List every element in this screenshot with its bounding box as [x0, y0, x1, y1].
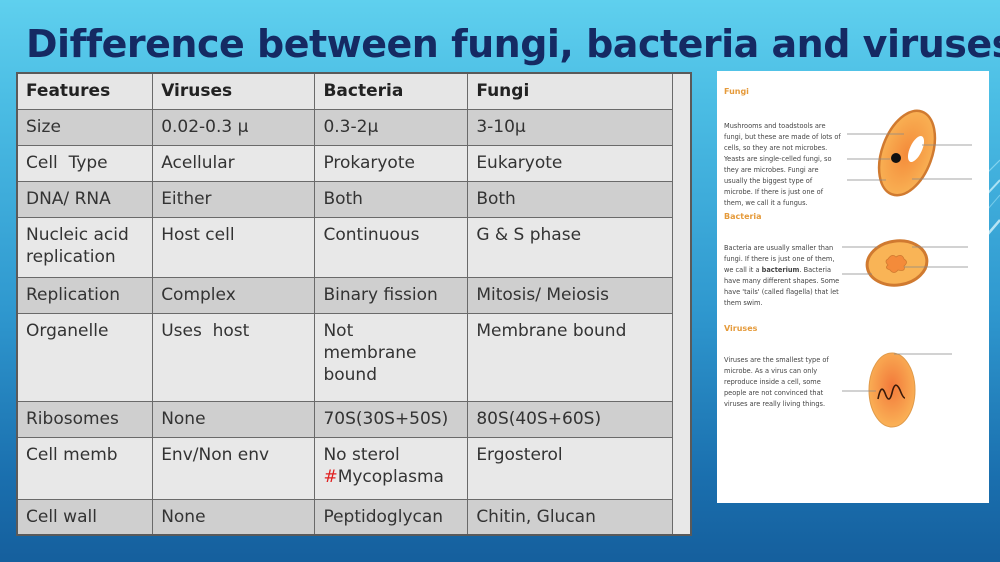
- cell-viruses: 0.02-0.3 μ: [152, 108, 316, 146]
- section-text-bacteria: Bacteria are usually smaller than fungi.…: [724, 243, 842, 309]
- cell-feature: Cell wall: [16, 498, 154, 536]
- cell-viruses: Uses host: [152, 312, 316, 402]
- empty-column: [672, 72, 692, 535]
- cell-fungi: Eukaryote: [467, 144, 674, 182]
- cell-bacteria: 0.3-2μ: [314, 108, 469, 146]
- section-heading-viruses: Viruses: [724, 324, 758, 333]
- comparison-table: Features Viruses Bacteria Fungi Size 0.0…: [16, 72, 692, 536]
- section-text-fungi: Mushrooms and toadstools are fungi, but …: [724, 122, 841, 207]
- virus-diagram: [842, 352, 952, 428]
- table-row: DNA/ RNA Either Both Both: [16, 180, 691, 218]
- cell-feature: Ribosomes: [16, 400, 154, 438]
- cell-bacteria: Not membrane bound: [314, 312, 469, 402]
- cell-fungi: G & S phase: [467, 216, 674, 278]
- nucleus: [891, 153, 901, 163]
- bacteria-text-bold: bacterium: [761, 266, 800, 274]
- cell-bacteria: Binary fission: [314, 276, 469, 314]
- cell-viruses: Host cell: [152, 216, 316, 278]
- table-row: Replication Complex Binary fission Mitos…: [16, 276, 691, 314]
- cell-bacteria: Both: [314, 180, 469, 218]
- cell-feature: DNA/ RNA: [16, 180, 154, 218]
- chromosome: [885, 255, 907, 273]
- cell-fungi: 3-10μ: [467, 108, 674, 146]
- cell-feature: Nucleic acid replication: [16, 216, 154, 278]
- cell-fungi: Chitin, Glucan: [467, 498, 674, 536]
- reference-image-panel: Fungi Mushrooms and toadstools are fungi…: [717, 71, 989, 503]
- cell-fungi: Membrane bound: [467, 312, 674, 402]
- header-bacteria: Bacteria: [314, 72, 469, 110]
- yeast-cell: [877, 109, 937, 197]
- cell-feature: Replication: [16, 276, 154, 314]
- table-row: Nucleic acid replication Host cell Conti…: [16, 216, 691, 278]
- cell-feature: Cell memb: [16, 436, 154, 500]
- cell-fungi: Both: [467, 180, 674, 218]
- cell-fungi: Mitosis/ Meiosis: [467, 276, 674, 314]
- table-row: Cell wall None Peptidoglycan Chitin, Glu…: [16, 498, 691, 536]
- cell-viruses: Acellular: [152, 144, 316, 182]
- bacteria-membrane-line2: Mycoplasma: [337, 466, 444, 487]
- header-fungi: Fungi: [467, 72, 674, 110]
- cell-feature: Organelle: [16, 312, 154, 402]
- cell-viruses: None: [152, 498, 316, 536]
- cell-bacteria: Peptidoglycan: [314, 498, 469, 536]
- bacteria-cell-diagram: [842, 239, 968, 287]
- header-features: Features: [16, 72, 154, 110]
- cell-bacteria: No sterol #Mycoplasma: [314, 436, 469, 500]
- table-row: Organelle Uses host Not membrane bound M…: [16, 312, 691, 402]
- cell-fungi: 80S(40S+60S): [467, 400, 674, 438]
- table-header-row: Features Viruses Bacteria Fungi: [16, 72, 692, 535]
- cell-viruses: Either: [152, 180, 316, 218]
- section-text-viruses: Viruses are the smallest type of microbe…: [724, 356, 829, 408]
- section-heading-bacteria: Bacteria: [724, 212, 762, 221]
- slide-title: Difference between fungi, bacteria and v…: [26, 22, 1000, 66]
- cell-bacteria: 70S(30S+50S): [314, 400, 469, 438]
- table-row: Ribosomes None 70S(30S+50S) 80S(40S+60S): [16, 400, 691, 438]
- cell-viruses: Env/Non env: [152, 436, 316, 500]
- fungi-cell-diagram: [847, 109, 972, 197]
- cell-viruses: Complex: [152, 276, 316, 314]
- header-viruses: Viruses: [152, 72, 316, 110]
- table-row: Cell Type Acellular Prokaryote Eukaryote: [16, 144, 691, 182]
- cell-fungi: Ergosterol: [467, 436, 674, 500]
- cell-bacteria: Continuous: [314, 216, 469, 278]
- cell-bacteria: Prokaryote: [314, 144, 469, 182]
- hashtag-symbol: #: [323, 466, 338, 487]
- table-row: Size 0.02-0.3 μ 0.3-2μ 3-10μ: [16, 108, 691, 146]
- cell-feature: Size: [16, 108, 154, 146]
- table-row: Cell memb Env/Non env No sterol #Mycopla…: [16, 436, 691, 500]
- cell-viruses: None: [152, 400, 316, 438]
- section-heading-fungi: Fungi: [724, 87, 749, 96]
- cell-feature: Cell Type: [16, 144, 154, 182]
- bacteria-membrane-line1: No sterol: [323, 444, 400, 465]
